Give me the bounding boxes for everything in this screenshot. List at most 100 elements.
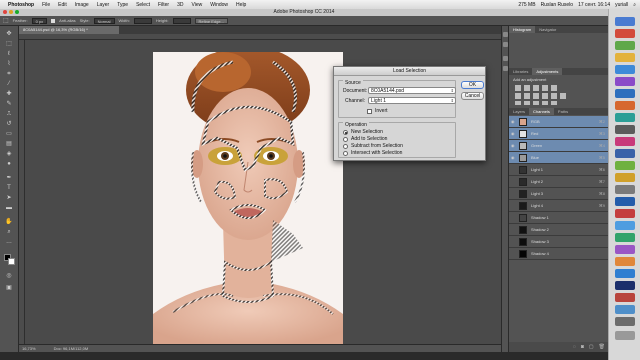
radio-button[interactable] [343, 136, 348, 142]
radio-button[interactable] [343, 150, 348, 156]
channel-row[interactable]: Light 4 ⌘9 [509, 200, 609, 212]
channel-row[interactable]: Shadow 1 [509, 212, 609, 224]
app-icon[interactable] [615, 53, 635, 62]
channel-row[interactable]: ◉ Blue ⌘5 [509, 152, 609, 164]
channel-row[interactable]: Shadow 3 [509, 236, 609, 248]
app-icon[interactable] [615, 89, 635, 98]
channel-select[interactable]: Light 1 ⇕ [368, 97, 456, 104]
channel-row[interactable]: ◉ Red ⌘3 [509, 128, 609, 140]
menu-filter[interactable]: Filter [158, 2, 169, 8]
marquee-tool-icon[interactable]: ⬚ [4, 40, 14, 49]
username[interactable]: yuriall [615, 2, 628, 8]
minimize-icon[interactable] [9, 10, 13, 14]
clone-stamp-tool-icon[interactable]: ⎍ [4, 110, 14, 119]
app-icon[interactable] [615, 137, 635, 146]
app-icon[interactable] [615, 305, 635, 314]
menu-layer[interactable]: Layer [97, 2, 110, 8]
tab-paths[interactable]: Paths [554, 108, 572, 115]
menu-help[interactable]: Help [236, 2, 246, 8]
app-icon[interactable] [615, 29, 635, 38]
path-select-tool-icon[interactable]: ➤ [4, 194, 14, 203]
menu-view[interactable]: View [192, 2, 203, 8]
eye-icon[interactable]: ◉ [511, 128, 517, 140]
blur-tool-icon[interactable]: ◈ [4, 150, 14, 159]
eye-icon[interactable]: ◉ [511, 152, 517, 164]
tab-layers[interactable]: Layers [509, 108, 529, 115]
menu-select[interactable]: Select [136, 2, 150, 8]
feather-input[interactable]: 0 px [31, 17, 48, 24]
eye-icon[interactable]: ◉ [511, 140, 517, 152]
zoom-icon[interactable] [15, 10, 19, 14]
menu-edit[interactable]: Edit [58, 2, 67, 8]
move-tool-icon[interactable]: ✥ [4, 30, 14, 39]
save-selection-icon[interactable]: ◙ [581, 344, 584, 350]
app-icon[interactable] [615, 149, 635, 158]
app-icon[interactable] [615, 197, 635, 206]
shape-tool-icon[interactable]: ▬ [4, 204, 14, 213]
antialias-checkbox[interactable] [51, 18, 56, 23]
invert-checkbox[interactable] [367, 108, 372, 114]
marquee-tool-icon[interactable]: ⬚ [3, 17, 9, 24]
healing-brush-tool-icon[interactable]: ✚ [4, 90, 14, 99]
tab-channels[interactable]: Channels [529, 108, 554, 115]
operation-option[interactable]: Add to Selection [343, 136, 387, 142]
menu-type[interactable]: Type [117, 2, 128, 8]
app-menu[interactable]: Photoshop [8, 2, 34, 8]
photoshop-icon[interactable] [615, 281, 635, 290]
radio-button[interactable] [343, 129, 348, 135]
channel-row[interactable]: Shadow 2 [509, 224, 609, 236]
eye-icon[interactable]: ◉ [511, 116, 517, 128]
app-icon[interactable] [615, 125, 635, 134]
finder-icon[interactable] [615, 17, 635, 26]
app-icon[interactable] [615, 77, 635, 86]
ok-button[interactable]: OK [461, 81, 484, 89]
operation-option[interactable]: Intersect with Selection [343, 150, 402, 156]
more-tools-icon[interactable]: … [4, 238, 14, 247]
menu-3d[interactable]: 3D [177, 2, 183, 8]
tab-navigator[interactable]: Navigator [535, 26, 560, 33]
screen-mode-icon[interactable]: ▣ [4, 284, 14, 293]
operation-option[interactable]: Subtract from Selection [343, 143, 403, 149]
tab-adjustments[interactable]: Adjustments [532, 68, 563, 75]
app-icon[interactable] [615, 209, 635, 218]
document-tab[interactable]: 8C0A5144.psd @ 16,3% (RGB/16) * [19, 26, 119, 34]
app-icon[interactable] [615, 233, 635, 242]
menu-image[interactable]: Image [75, 2, 89, 8]
channel-row[interactable]: Light 2 ⌘7 [509, 176, 609, 188]
app-icon[interactable] [615, 113, 635, 122]
gradient-tool-icon[interactable]: ▤ [4, 140, 14, 149]
refine-edge-button[interactable]: Refine Edge... [194, 17, 228, 24]
lasso-tool-icon[interactable]: ℓ [4, 50, 14, 59]
tab-libraries[interactable]: Libraries [509, 68, 532, 75]
app-icon[interactable] [615, 41, 635, 50]
zoom-level[interactable]: 16,73% [22, 345, 36, 352]
app-icon[interactable] [615, 245, 635, 254]
quick-select-tool-icon[interactable]: ⌇ [4, 60, 14, 69]
width-input[interactable] [133, 17, 152, 24]
brush-tool-icon[interactable]: ✎ [4, 100, 14, 109]
channel-row[interactable]: ◉ RGB ⌘2 [509, 116, 609, 128]
dodge-tool-icon[interactable]: ● [4, 160, 14, 169]
app-icon[interactable] [615, 317, 635, 326]
document-select[interactable]: 8C0A5144.psd ⇕ [368, 87, 456, 94]
app-icon[interactable] [615, 101, 635, 110]
load-channel-icon[interactable]: ◌ [573, 344, 576, 350]
menu-window[interactable]: Window [210, 2, 228, 8]
close-icon[interactable] [3, 10, 7, 14]
hand-tool-icon[interactable]: ✋ [4, 218, 14, 227]
app-icon[interactable] [615, 65, 635, 74]
style-select[interactable]: Normal [93, 17, 115, 24]
channel-row[interactable]: ◉ Green ⌘4 [509, 140, 609, 152]
app-icon[interactable] [615, 257, 635, 266]
menu-file[interactable]: File [42, 2, 50, 8]
cancel-button[interactable]: Cancel [461, 92, 484, 100]
zoom-tool-icon[interactable]: ⌕ [4, 228, 14, 237]
type-tool-icon[interactable]: T [4, 184, 14, 193]
eyedropper-tool-icon[interactable]: ⁄ [4, 80, 14, 89]
app-icon[interactable] [615, 185, 635, 194]
app-icon[interactable] [615, 293, 635, 302]
height-input[interactable] [172, 17, 191, 24]
eraser-tool-icon[interactable]: ▭ [4, 130, 14, 139]
pen-tool-icon[interactable]: ✒ [4, 174, 14, 183]
trash-icon[interactable]: 🗑 [599, 344, 605, 350]
